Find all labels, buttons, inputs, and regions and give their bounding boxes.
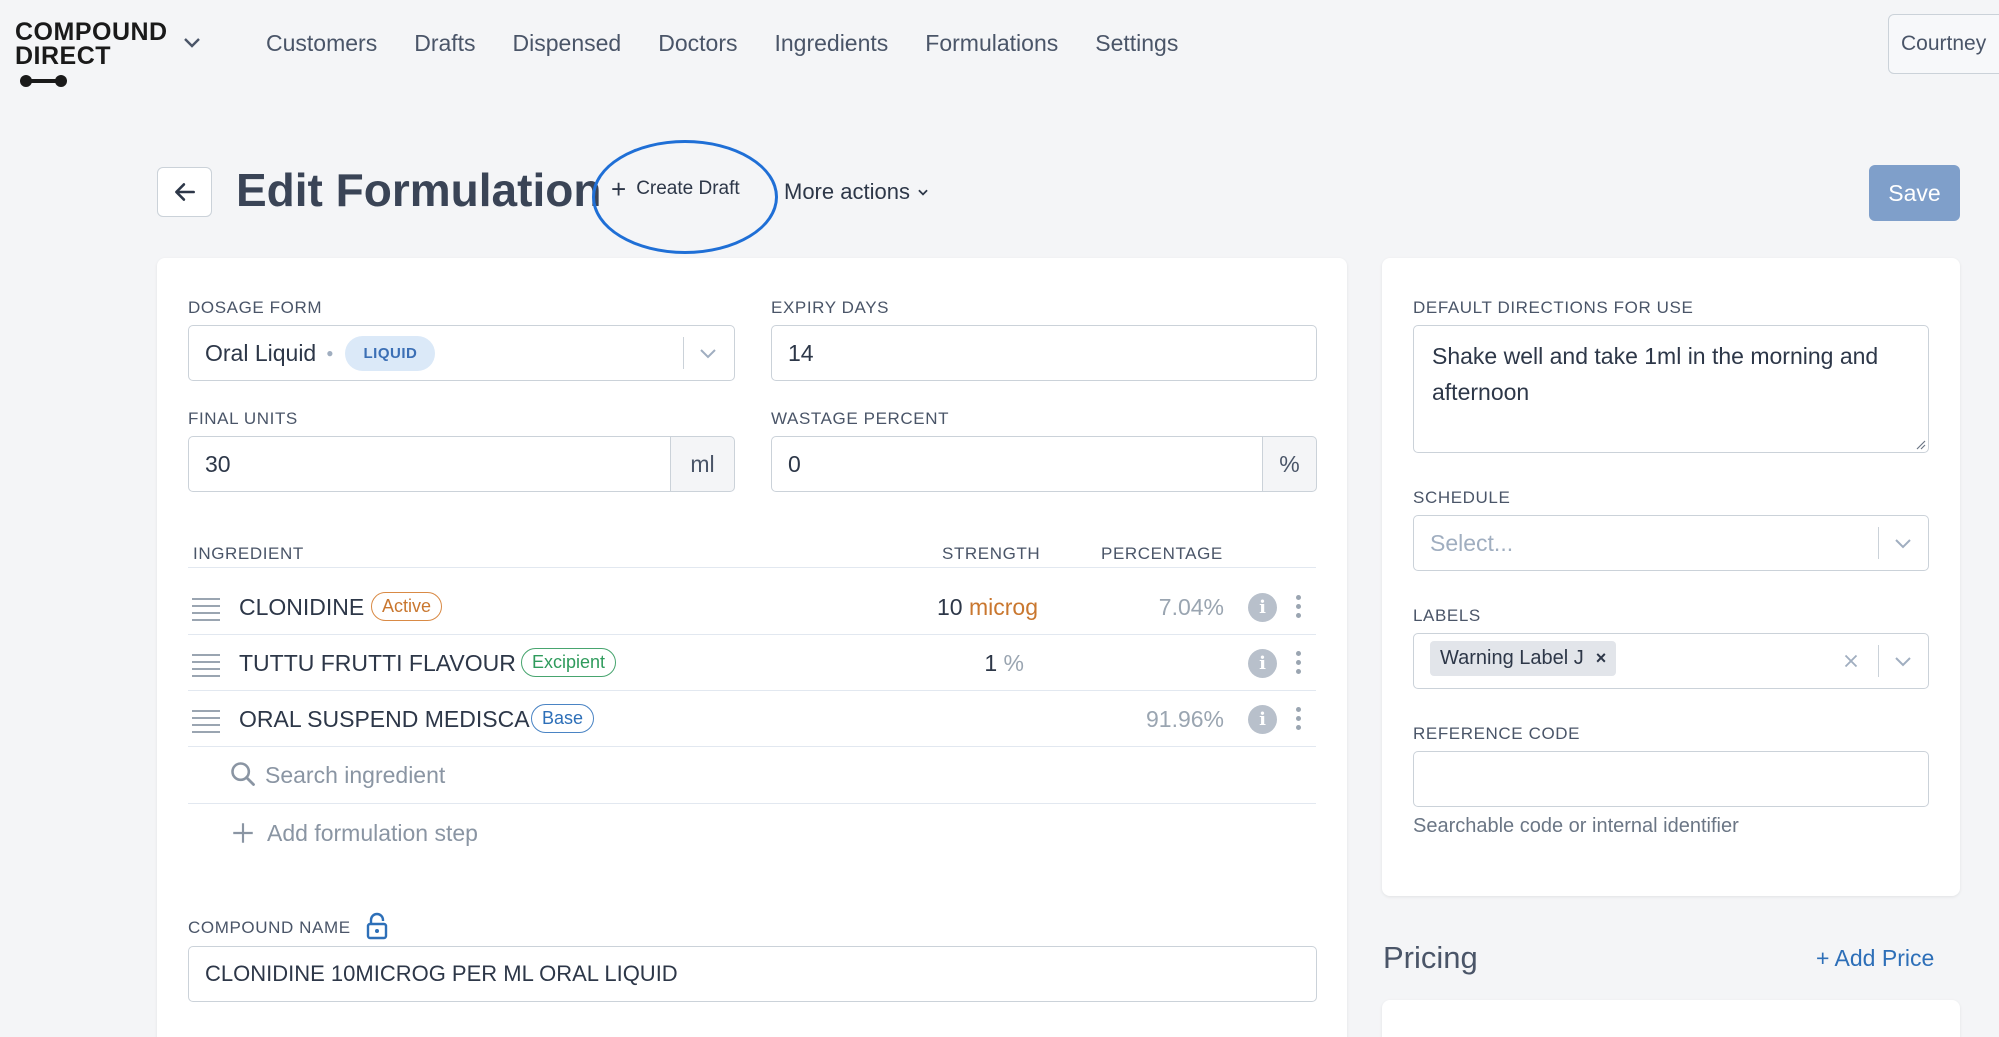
more-actions-label: More actions — [784, 179, 910, 204]
pricing-card — [1382, 1000, 1960, 1037]
reference-code-input[interactable] — [1413, 751, 1929, 807]
more-actions-button[interactable]: More actions — [784, 179, 930, 205]
ingredient-name: TUTTU FRUTTI FLAVOUR — [239, 650, 516, 676]
search-icon — [231, 762, 255, 786]
arrow-left-icon — [174, 183, 195, 201]
final-units-input[interactable]: 30 — [188, 436, 671, 492]
nav-item-settings[interactable]: Settings — [1095, 30, 1178, 57]
nav-item-customers[interactable]: Customers — [266, 30, 377, 57]
separator-dot: ● — [326, 346, 334, 360]
wastage-percent-input[interactable]: 0 — [771, 436, 1263, 492]
schedule-select[interactable]: Select... — [1413, 515, 1929, 571]
clear-icon[interactable] — [1840, 650, 1862, 672]
kebab-menu-icon[interactable] — [1296, 707, 1302, 734]
ingredient-strength: 1 % — [900, 650, 1024, 677]
nav-item-ingredients[interactable]: Ingredients — [774, 30, 888, 57]
chevron-down-icon — [918, 189, 928, 196]
kebab-menu-icon[interactable] — [1296, 595, 1302, 622]
nav-links: Customers Drafts Dispensed Doctors Ingre… — [266, 30, 1215, 57]
remove-chip-icon[interactable]: × — [1596, 648, 1607, 669]
table-divider — [188, 567, 1316, 568]
wastage-percent-label: WASTAGE PERCENT — [771, 409, 950, 428]
drag-handle-icon[interactable] — [192, 654, 220, 682]
drag-handle-icon[interactable] — [192, 598, 220, 626]
search-ingredient-placeholder: Search ingredient — [265, 762, 446, 788]
liquid-badge: LIQUID — [345, 335, 436, 371]
nav-item-formulations[interactable]: Formulations — [925, 30, 1058, 57]
nav-item-drafts[interactable]: Drafts — [414, 30, 475, 57]
drag-handle-icon[interactable] — [192, 710, 220, 738]
brand-line2: DIRECT — [15, 42, 112, 70]
strength-unit: microg — [968, 594, 1038, 620]
top-nav: COMPOUND DIRECT Customers Drafts Dispens… — [0, 0, 1999, 92]
ingredient-strength: 10 microg — [900, 594, 1038, 621]
info-icon[interactable]: i — [1248, 705, 1277, 734]
row-divider — [188, 634, 1316, 635]
final-units-unit: ml — [670, 436, 735, 492]
directions-textarea[interactable]: Shake well and take 1ml in the morning a… — [1413, 325, 1929, 453]
ingredient-name: ORAL SUSPEND MEDISCA — [239, 706, 530, 732]
schedule-label: SCHEDULE — [1413, 488, 1511, 507]
excipient-tag: Excipient — [521, 648, 617, 677]
chevron-down-icon[interactable] — [696, 341, 720, 365]
resize-handle-icon[interactable] — [1914, 438, 1926, 450]
label-chip-text: Warning Label J — [1440, 647, 1584, 669]
reference-code-help: Searchable code or internal identifier — [1413, 815, 1739, 837]
page-title: Edit Formulation — [236, 164, 602, 216]
chevron-down-icon[interactable] — [180, 30, 204, 54]
chevron-down-icon[interactable] — [1891, 531, 1915, 555]
kebab-menu-icon[interactable] — [1296, 651, 1302, 678]
brand-logo[interactable]: COMPOUND DIRECT — [15, 18, 168, 92]
select-divider — [1878, 527, 1879, 559]
create-draft-button[interactable]: + Create Draft — [611, 174, 740, 204]
ingredient-percentage: 91.96% — [1145, 706, 1224, 732]
row-divider — [188, 803, 1316, 804]
compound-name-label: COMPOUND NAME — [188, 918, 351, 937]
brand-dots-icon — [20, 75, 67, 88]
row-divider — [188, 690, 1316, 691]
wastage-percent-unit: % — [1262, 436, 1317, 492]
pricing-heading: Pricing — [1383, 940, 1478, 975]
lock-icon[interactable] — [365, 912, 389, 940]
directions-label: DEFAULT DIRECTIONS FOR USE — [1413, 298, 1694, 317]
active-tag: Active — [371, 592, 443, 621]
label-chip: Warning Label J × — [1430, 641, 1617, 676]
select-divider — [1878, 645, 1879, 677]
final-units-label: FINAL UNITS — [188, 409, 298, 428]
save-button[interactable]: Save — [1869, 165, 1960, 221]
user-menu-button[interactable]: Courtney — [1888, 14, 1999, 74]
strength-unit: % — [1003, 650, 1024, 676]
base-tag: Base — [531, 704, 595, 733]
back-button[interactable] — [157, 167, 212, 217]
strength-value: 1 — [984, 650, 998, 676]
plus-icon: + — [611, 174, 627, 204]
strength-column-header: STRENGTH — [942, 544, 1041, 563]
ingredient-name: CLONIDINE — [239, 594, 365, 620]
labels-label: LABELS — [1413, 606, 1481, 625]
select-divider — [683, 337, 684, 369]
compound-name-input[interactable]: CLONIDINE 10MICROG PER ML ORAL LIQUID — [188, 946, 1317, 1002]
add-price-button[interactable]: + Add Price — [1816, 945, 1934, 972]
brand-line1: COMPOUND — [15, 18, 168, 46]
ingredient-column-header: INGREDIENT — [193, 544, 304, 563]
dosage-form-label: DOSAGE FORM — [188, 298, 323, 317]
percentage-column-header: PERCENTAGE — [1101, 544, 1223, 563]
expiry-days-input[interactable]: 14 — [771, 325, 1317, 381]
dosage-form-value: Oral Liquid — [205, 339, 317, 366]
expiry-days-label: EXPIRY DAYS — [771, 298, 890, 317]
nav-item-doctors[interactable]: Doctors — [658, 30, 737, 57]
dosage-form-select[interactable]: Oral Liquid ● LIQUID — [188, 325, 735, 381]
reference-code-label: REFERENCE CODE — [1413, 724, 1581, 743]
chevron-down-icon[interactable] — [1891, 649, 1915, 673]
info-icon[interactable]: i — [1248, 649, 1277, 678]
ingredient-percentage: 7.04% — [1158, 594, 1224, 620]
plus-icon — [233, 823, 253, 843]
row-divider — [188, 746, 1316, 747]
info-icon[interactable]: i — [1248, 593, 1277, 622]
create-draft-label: Create Draft — [636, 178, 740, 199]
nav-item-dispensed[interactable]: Dispensed — [513, 30, 622, 57]
add-formulation-step-label: Add formulation step — [267, 820, 478, 846]
strength-value: 10 — [937, 594, 963, 620]
